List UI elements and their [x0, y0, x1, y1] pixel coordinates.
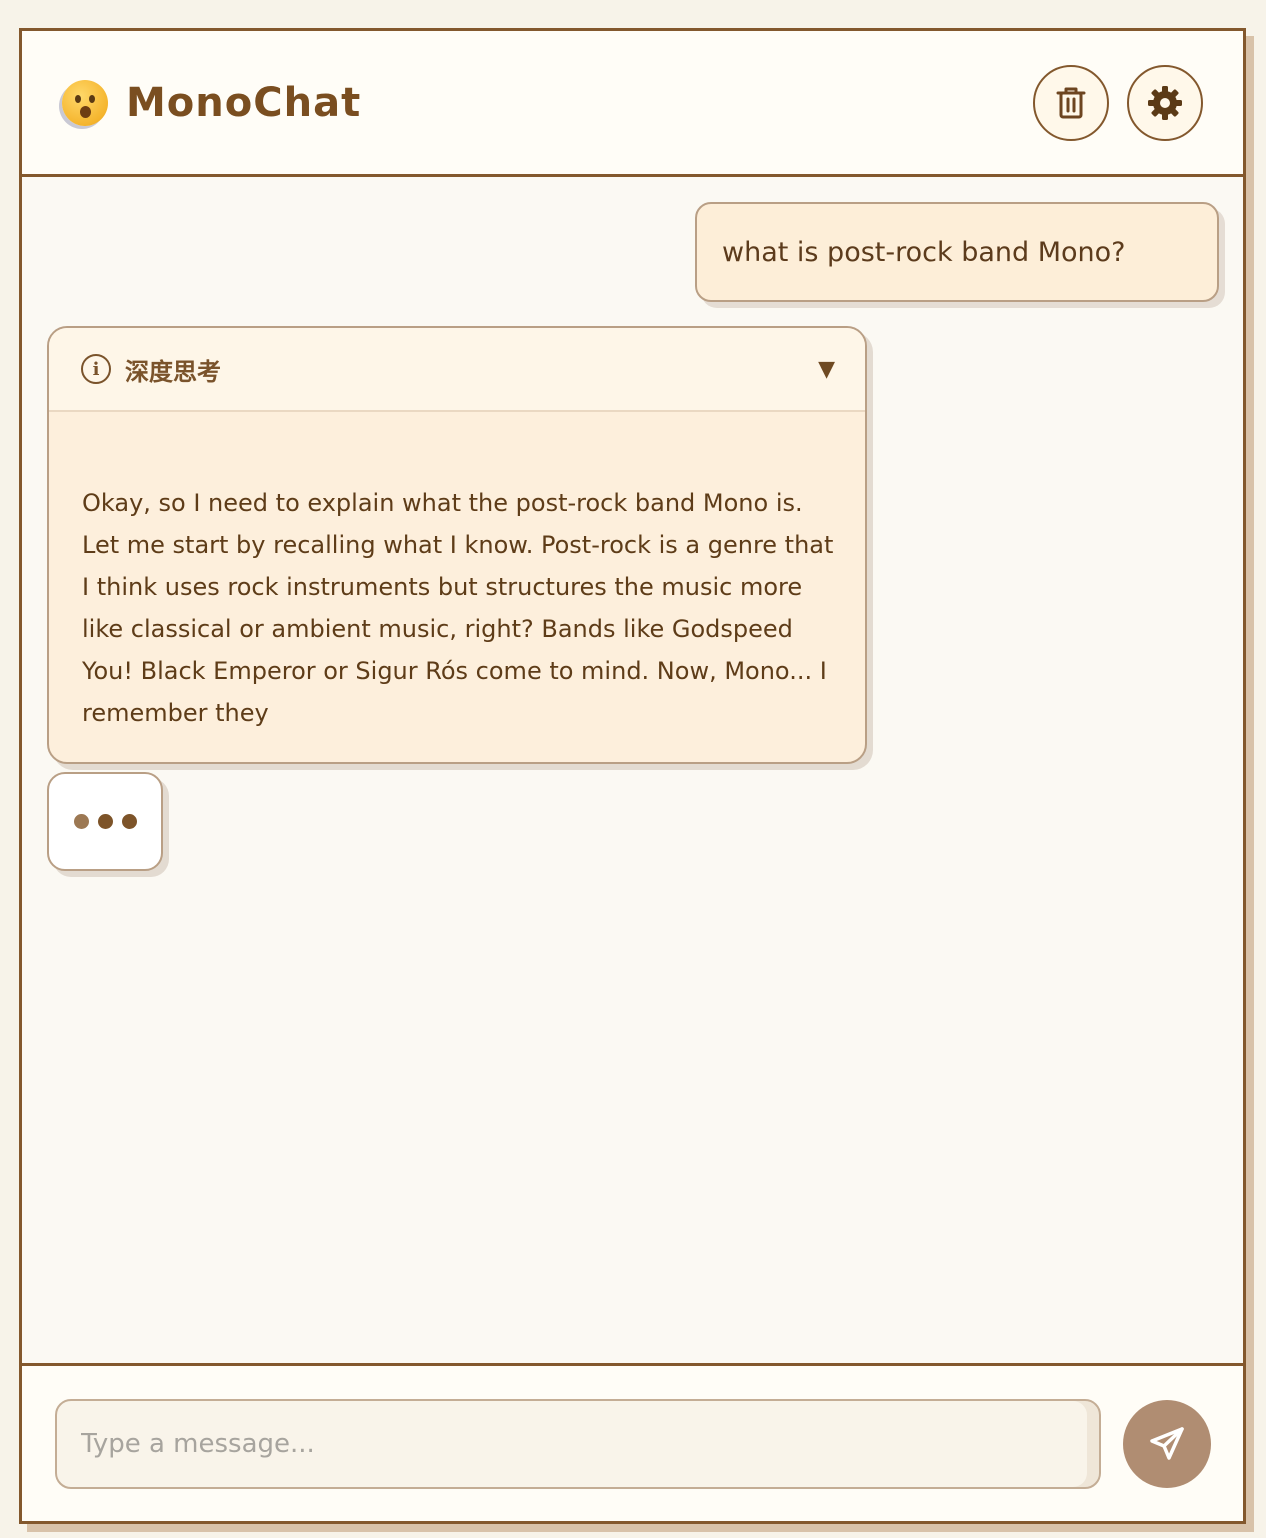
app-title: MonoChat: [126, 79, 362, 126]
trash-icon: [1056, 87, 1086, 118]
composer: [22, 1363, 1243, 1521]
thinking-title: 深度思考: [125, 357, 221, 386]
send-arrow-icon: [1150, 1426, 1184, 1460]
info-icon: i: [81, 354, 111, 384]
send-button[interactable]: [1123, 1399, 1211, 1488]
typing-dot: [73, 814, 89, 829]
gear-icon: [1148, 85, 1182, 120]
typing-dot: [121, 814, 137, 829]
typing-dot: [97, 814, 113, 829]
user-message: what is post-rock band Mono?: [695, 202, 1219, 302]
settings-button[interactable]: [1127, 64, 1203, 141]
message-list[interactable]: what is post-rock band Mono? i 深度思考 ▼ Ok…: [22, 177, 1243, 1363]
astonished-face-emoji-icon: [62, 79, 108, 126]
chat-app: MonoChat what is post-rock band Mono? i …: [19, 28, 1246, 1524]
thinking-text: Okay, so I need to explain what the post…: [82, 489, 834, 727]
typing-indicator: [47, 772, 163, 871]
app-header: MonoChat: [22, 31, 1243, 177]
chevron-down-icon[interactable]: ▼: [818, 357, 835, 382]
thinking-panel: i 深度思考 ▼ Okay, so I need to explain what…: [47, 326, 867, 764]
thinking-toggle[interactable]: i 深度思考 ▼: [49, 328, 865, 412]
brand: MonoChat: [62, 79, 362, 126]
thinking-label: i 深度思考: [81, 352, 221, 387]
clear-chat-button[interactable]: [1033, 64, 1109, 141]
message-input[interactable]: [81, 1428, 1075, 1459]
message-input-wrapper: [55, 1398, 1101, 1489]
header-actions: [1033, 64, 1203, 141]
